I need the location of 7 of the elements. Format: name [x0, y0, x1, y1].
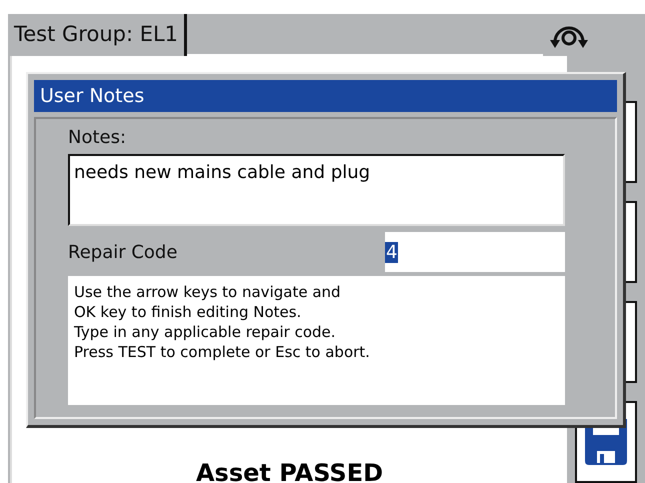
- repair-code-label: Repair Code: [68, 242, 178, 262]
- notes-field[interactable]: needs new mains cable and plug: [68, 154, 565, 226]
- status-text: Asset PASSED: [196, 459, 384, 483]
- notes-label: Notes:: [68, 127, 128, 148]
- help-text: Use the arrow keys to navigate and OK key to finish editing Notes. Type in any applicable repair code. Press TEST to complete or Esc to abort.: [68, 276, 565, 405]
- dialog-title: User Notes: [34, 80, 617, 112]
- repair-code-field[interactable]: 4: [385, 232, 565, 272]
